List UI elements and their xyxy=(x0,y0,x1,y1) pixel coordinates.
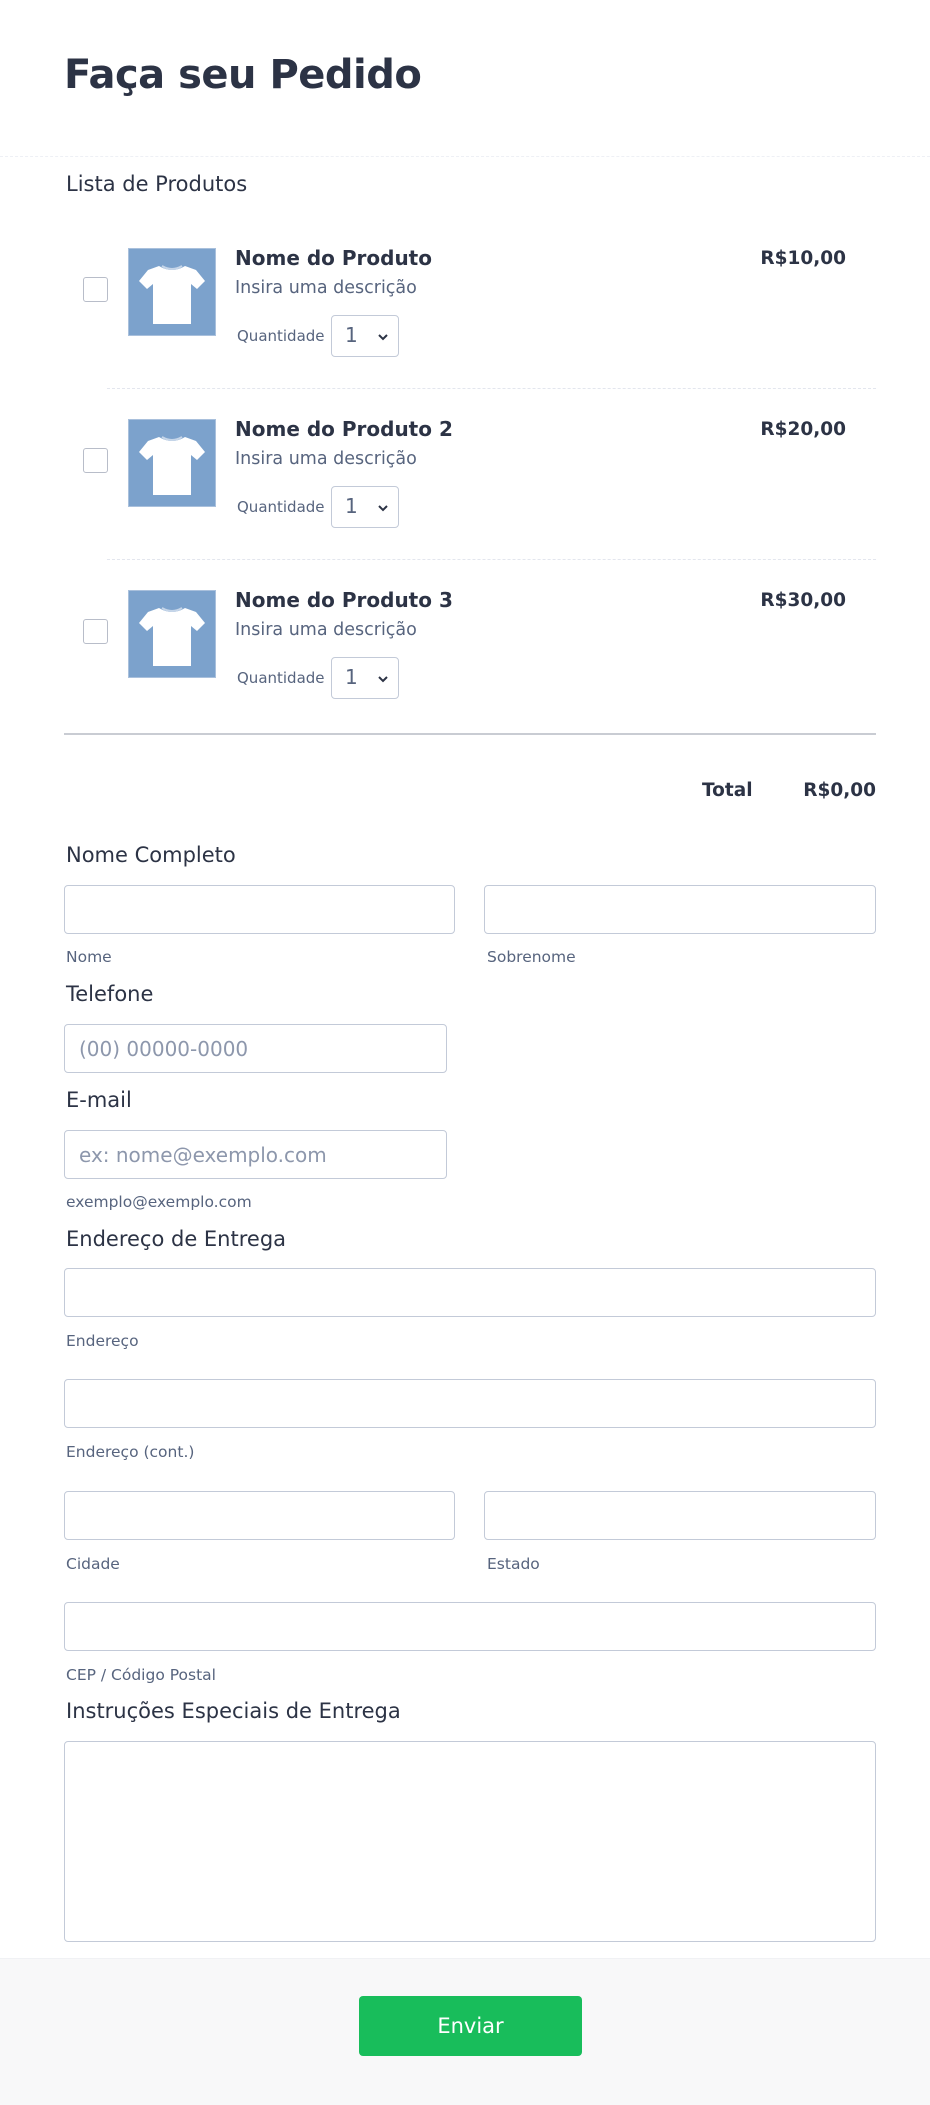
quantity-label: Quantidade xyxy=(237,498,325,516)
first-name-sublabel: Nome xyxy=(66,948,112,966)
product-name: Nome do Produto xyxy=(235,246,432,270)
product-checkbox[interactable] xyxy=(83,619,108,644)
phone-placeholder: (00) 00000-0000 xyxy=(79,1037,249,1061)
zip-sublabel: CEP / Código Postal xyxy=(66,1666,216,1684)
footer-divider xyxy=(0,1958,930,1959)
product-description: Insira uma descrição xyxy=(235,620,417,640)
product-item: Nome do Produto 2 Insira uma descrição R… xyxy=(0,401,930,541)
last-name-input[interactable] xyxy=(484,885,876,934)
email-placeholder: ex: nome@exemplo.com xyxy=(79,1143,327,1167)
quantity-label: Quantidade xyxy=(237,327,325,345)
product-price: R$10,00 xyxy=(760,248,846,269)
address-label: Endereço de Entrega xyxy=(66,1227,287,1251)
address-line2-sublabel: Endereço (cont.) xyxy=(66,1443,195,1461)
instructions-textarea[interactable] xyxy=(64,1741,876,1942)
product-name: Nome do Produto 2 xyxy=(235,417,453,441)
product-list-divider xyxy=(64,733,876,735)
email-label: E-mail xyxy=(66,1088,132,1112)
phone-label: Telefone xyxy=(66,982,154,1006)
state-sublabel: Estado xyxy=(487,1555,540,1573)
address-line2-input[interactable] xyxy=(64,1379,876,1428)
state-input[interactable] xyxy=(484,1491,876,1540)
city-sublabel: Cidade xyxy=(66,1555,120,1573)
quantity-value: 1 xyxy=(345,323,358,347)
item-divider xyxy=(107,559,876,560)
chevron-down-icon xyxy=(378,676,388,683)
tshirt-icon xyxy=(128,590,216,678)
product-description: Insira uma descrição xyxy=(235,449,417,469)
submit-button[interactable]: Enviar xyxy=(359,1996,582,2056)
quantity-label: Quantidade xyxy=(237,669,325,687)
address-line1-sublabel: Endereço xyxy=(66,1332,139,1350)
tshirt-icon xyxy=(128,419,216,507)
form-card: Faça seu Pedido Lista de Produtos Nome d… xyxy=(0,0,930,1958)
quantity-select[interactable]: 1 xyxy=(331,486,399,528)
last-name-sublabel: Sobrenome xyxy=(487,948,576,966)
product-description: Insira uma descrição xyxy=(235,278,417,298)
product-checkbox[interactable] xyxy=(83,277,108,302)
total-value: R$0,00 xyxy=(803,780,876,801)
email-sublabel: exemplo@exemplo.com xyxy=(66,1193,252,1211)
city-input[interactable] xyxy=(64,1491,455,1540)
products-label: Lista de Produtos xyxy=(66,172,248,196)
instructions-label: Instruções Especiais de Entrega xyxy=(66,1699,401,1723)
phone-input[interactable]: (00) 00000-0000 xyxy=(64,1024,447,1073)
product-price: R$30,00 xyxy=(760,590,846,611)
header-divider xyxy=(0,156,930,157)
email-input[interactable]: ex: nome@exemplo.com xyxy=(64,1130,447,1179)
product-name: Nome do Produto 3 xyxy=(235,588,453,612)
product-price: R$20,00 xyxy=(760,419,846,440)
tshirt-icon xyxy=(128,248,216,336)
zip-input[interactable] xyxy=(64,1602,876,1651)
chevron-down-icon xyxy=(378,334,388,341)
first-name-input[interactable] xyxy=(64,885,455,934)
quantity-select[interactable]: 1 xyxy=(331,657,399,699)
item-divider xyxy=(107,388,876,389)
full-name-label: Nome Completo xyxy=(66,843,236,867)
quantity-select[interactable]: 1 xyxy=(331,315,399,357)
quantity-value: 1 xyxy=(345,665,358,689)
address-line1-input[interactable] xyxy=(64,1268,876,1317)
chevron-down-icon xyxy=(378,505,388,512)
page-title: Faça seu Pedido xyxy=(64,52,422,98)
product-item: Nome do Produto 3 Insira uma descrição R… xyxy=(0,572,930,712)
quantity-value: 1 xyxy=(345,494,358,518)
product-checkbox[interactable] xyxy=(83,448,108,473)
product-item: Nome do Produto Insira uma descrição R$1… xyxy=(0,230,930,370)
